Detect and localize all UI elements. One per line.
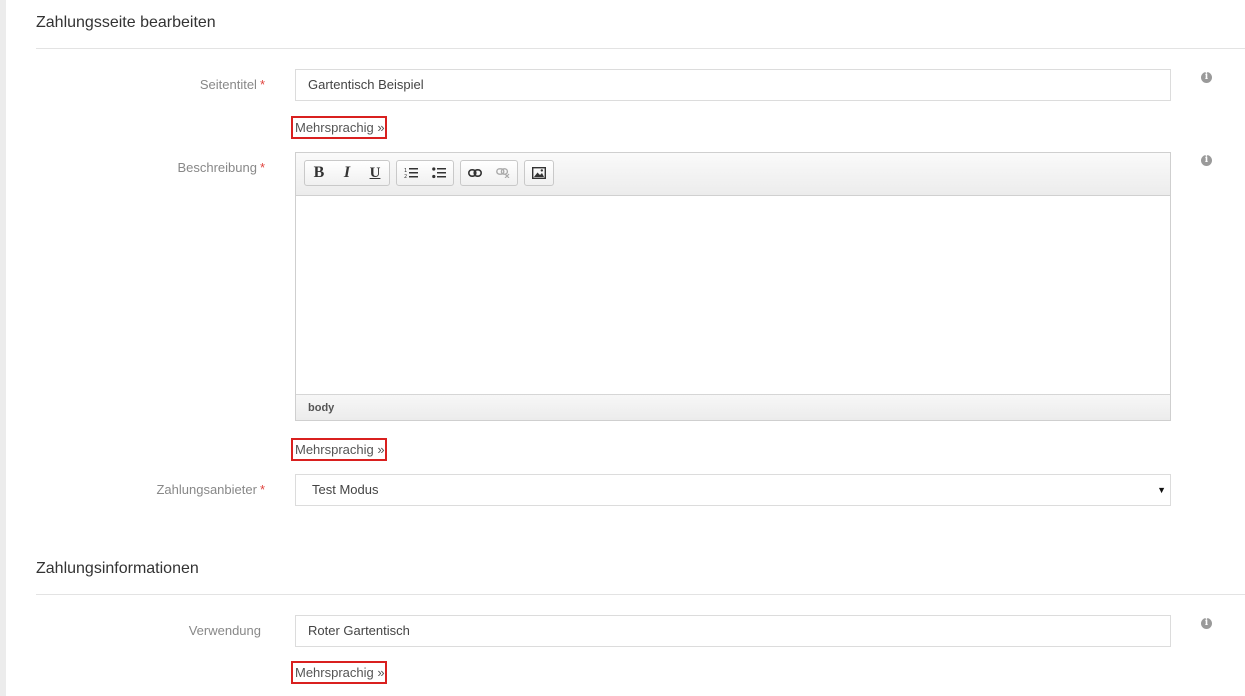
editor-content-area[interactable]	[296, 196, 1170, 393]
info-icon[interactable]: i	[1201, 618, 1212, 629]
multilingual-link[interactable]: Mehrsprachig »	[291, 661, 387, 684]
image-button-group	[524, 160, 554, 186]
link-button-group	[460, 160, 518, 186]
format-button-group: B I U	[304, 160, 390, 186]
editor-status-path: body	[296, 394, 1170, 420]
section-title-payment-info: Zahlungsinformationen	[36, 560, 199, 577]
usage-label: Verwendung	[188, 623, 261, 638]
bold-icon[interactable]: B	[305, 161, 333, 185]
underline-icon[interactable]: U	[361, 161, 389, 185]
italic-icon[interactable]: I	[333, 161, 361, 185]
editor-toolbar: B I U 12	[296, 153, 1170, 196]
usage-input[interactable]: Roter Gartentisch	[295, 615, 1171, 647]
multilingual-link[interactable]: Mehrsprachig »	[291, 438, 387, 461]
multilingual-link[interactable]: Mehrsprachig »	[291, 116, 387, 139]
list-button-group: 12	[396, 160, 454, 186]
unlink-icon[interactable]	[489, 161, 517, 185]
page-title-label: Seitentitel *	[199, 77, 265, 92]
info-icon[interactable]: i	[1201, 155, 1212, 166]
page-title-input[interactable]: Gartentisch Beispiel	[295, 69, 1171, 101]
provider-label: Zahlungsanbieter *	[156, 482, 265, 497]
description-label: Beschreibung *	[177, 160, 265, 175]
chevron-down-icon: ▼	[1157, 485, 1166, 495]
link-icon[interactable]	[461, 161, 489, 185]
info-icon[interactable]: i	[1201, 72, 1212, 83]
section-divider	[36, 48, 1245, 49]
unordered-list-icon[interactable]	[425, 161, 453, 185]
rich-text-editor: B I U 12 body	[295, 152, 1171, 421]
ordered-list-icon[interactable]: 12	[397, 161, 425, 185]
section-divider	[36, 594, 1245, 595]
left-edge-strip	[0, 0, 6, 696]
provider-select[interactable]: Test Modus ▼	[295, 474, 1171, 506]
svg-text:2: 2	[404, 174, 407, 179]
section-title-payment-page: Zahlungsseite bearbeiten	[36, 14, 216, 31]
image-icon[interactable]	[525, 161, 553, 185]
